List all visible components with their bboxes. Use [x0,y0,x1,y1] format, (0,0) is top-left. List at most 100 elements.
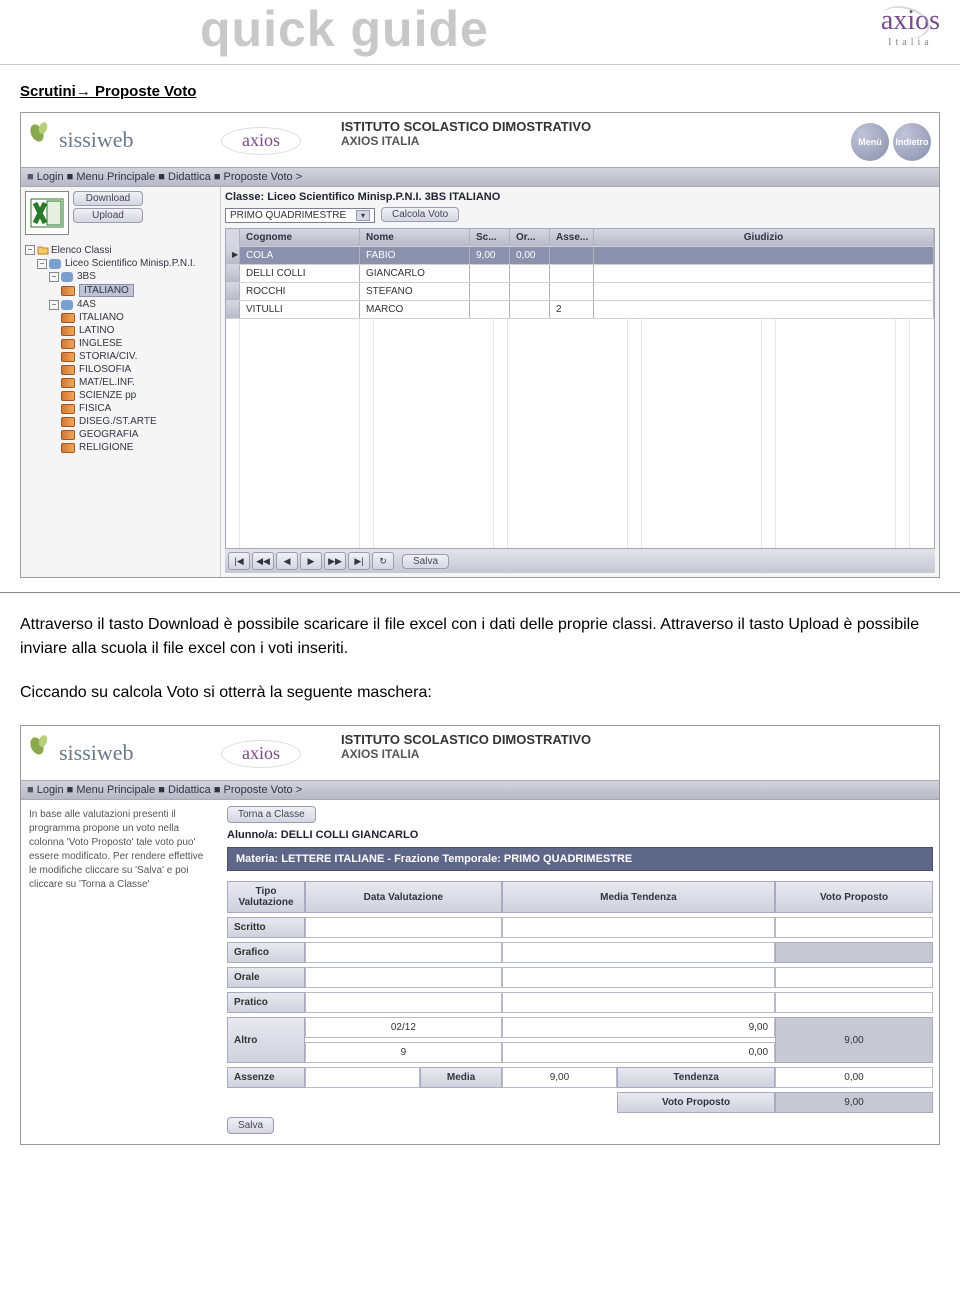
hdr-media: Media Tendenza [502,881,775,913]
subject-icon [61,430,75,440]
tree-subject[interactable]: FILOSOFIA [79,364,131,375]
pager-last[interactable]: ▶| [348,552,370,570]
col-asse[interactable]: Asse... [550,229,594,246]
calcola-voto-button[interactable]: Calcola Voto [381,207,459,222]
cell-voto[interactable] [775,967,933,988]
cell-media[interactable] [502,917,775,938]
cell-or [510,265,550,282]
cell-data[interactable] [305,992,502,1013]
cell-voto[interactable] [775,917,933,938]
sidebar: Download Upload −Elenco Classi −Liceo Sc… [21,187,221,577]
subject-icon [61,365,75,375]
tree-root[interactable]: Elenco Classi [51,245,112,256]
app-header: sissiweb axios ISTITUTO SCOLASTICO DIMOS… [21,726,939,780]
tree-subject[interactable]: INGLESE [79,338,122,349]
pager-next-page[interactable]: ▶▶ [324,552,346,570]
torna-classe-button[interactable]: Torna a Classe [227,806,316,823]
row-scritto: Scritto [227,917,305,938]
institute-block: ISTITUTO SCOLASTICO DIMOSTRATIVO AXIOS I… [341,119,591,148]
cell-data[interactable] [305,917,502,938]
col-giudizio[interactable]: Giudizio [594,229,934,246]
hdr-data: Data Valutazione [305,881,502,913]
tree-subject[interactable]: ITALIANO [79,312,124,323]
cell-assenze-val[interactable] [305,1067,420,1088]
cell-media[interactable] [502,942,775,963]
cell-giudizio [594,265,934,282]
class-icon [61,272,73,282]
pager-first[interactable]: |◀ [228,552,250,570]
pager-refresh-icon[interactable]: ↻ [372,552,394,570]
cell-altro-n[interactable]: 9 [305,1042,502,1063]
subject-icon [61,404,75,414]
pager-prev[interactable]: ◀ [276,552,298,570]
lbl-media: Media [420,1067,501,1088]
col-or[interactable]: Or... [510,229,550,246]
main-area: Classe: Liceo Scientifico Minisp.P.N.I. … [221,187,939,577]
periodo-select[interactable]: PRIMO QUADRIMESTRE ▾ [225,208,375,223]
tree-liceo[interactable]: Liceo Scientifico Minisp.P.N.I. [65,258,195,269]
tree-subject[interactable]: LATINO [79,325,114,336]
breadcrumb-text[interactable]: Login ■ Menu Principale ■ Didattica ■ Pr… [37,171,302,183]
nav-menu-button[interactable]: Menù [851,123,889,161]
tree-subject[interactable]: GEOGRAFIA [79,429,138,440]
tree-4as[interactable]: 4AS [77,299,96,310]
institute-name: ISTITUTO SCOLASTICO DIMOSTRATIVO [341,119,591,134]
cell-altro-tend[interactable]: 0,00 [502,1042,775,1063]
cell-cognome: DELLI COLLI [240,265,360,282]
cell-data[interactable] [305,967,502,988]
subject-icon [61,391,75,401]
table-row[interactable]: DELLI COLLI GIANCARLO [226,264,934,282]
cell-nome: FABIO [360,247,470,264]
tree-subject[interactable]: DISEG./ST.ARTE [79,416,157,427]
tree-subject[interactable]: STORIA/CIV. [79,351,137,362]
class-label: Classe: Liceo Scientifico Minisp.P.N.I. … [225,191,935,203]
students-grid: Cognome Nome Sc... Or... Asse... Giudizi… [225,228,935,549]
cell-voto[interactable] [775,992,933,1013]
upload-button[interactable]: Upload [73,208,143,223]
tree-3bs[interactable]: 3BS [77,271,96,282]
tree-toggle[interactable]: − [25,245,35,255]
tree-toggle[interactable]: − [37,259,47,269]
cell-media[interactable] [502,967,775,988]
chevron-down-icon: ▾ [356,210,370,221]
nav-back-button[interactable]: Indietro [893,123,931,161]
pager-next[interactable]: ▶ [300,552,322,570]
table-row[interactable]: ▶ COLA FABIO 9,00 0,00 [226,246,934,264]
table-row[interactable]: VITULLI MARCO 2 [226,300,934,318]
col-sc[interactable]: Sc... [470,229,510,246]
excel-icon [25,191,69,235]
tree-3bs-italiano[interactable]: ITALIANO [79,284,134,297]
cell-altro-media[interactable]: 9,00 [502,1017,775,1038]
tree-subject[interactable]: SCIENZE pp [79,390,136,401]
table-row[interactable]: ROCCHI STEFANO [226,282,934,300]
cell-sc [470,265,510,282]
mini-axios-logo: axios [221,127,301,155]
institute-block: ISTITUTO SCOLASTICO DIMOSTRATIVO AXIOS I… [341,732,591,761]
nav-circles: Menù Indietro [851,123,931,161]
breadcrumb-text[interactable]: Login ■ Menu Principale ■ Didattica ■ Pr… [37,784,302,796]
tree-toggle[interactable]: − [49,272,59,282]
salva-button[interactable]: Salva [227,1117,274,1134]
cell-altro-date[interactable]: 02/12 [305,1017,502,1038]
grid-empty-area [226,318,934,548]
cell-media[interactable] [502,992,775,1013]
tree-toggle[interactable]: − [49,300,59,310]
download-button[interactable]: Download [73,191,143,206]
cell-data[interactable] [305,942,502,963]
cell-nome: STEFANO [360,283,470,300]
subject-icon [61,313,75,323]
hdr-voto: Voto Proposto [775,881,933,913]
cell-sc [470,283,510,300]
axios-logo-sub: Italia [881,37,940,48]
row-pointer-icon: ▶ [226,247,240,264]
salva-button[interactable]: Salva [402,554,449,569]
lbl-tendenza: Tendenza [617,1067,775,1088]
tree-subject[interactable]: FISICA [79,403,111,414]
col-cognome[interactable]: Cognome [240,229,360,246]
col-nome[interactable]: Nome [360,229,470,246]
pager-prev-page[interactable]: ◀◀ [252,552,274,570]
hdr-tipo: Tipo Valutazione [227,881,305,913]
tree-subject[interactable]: MAT/EL.INF. [79,377,135,388]
cell-nome: GIANCARLO [360,265,470,282]
tree-subject[interactable]: RELIGIONE [79,442,133,453]
